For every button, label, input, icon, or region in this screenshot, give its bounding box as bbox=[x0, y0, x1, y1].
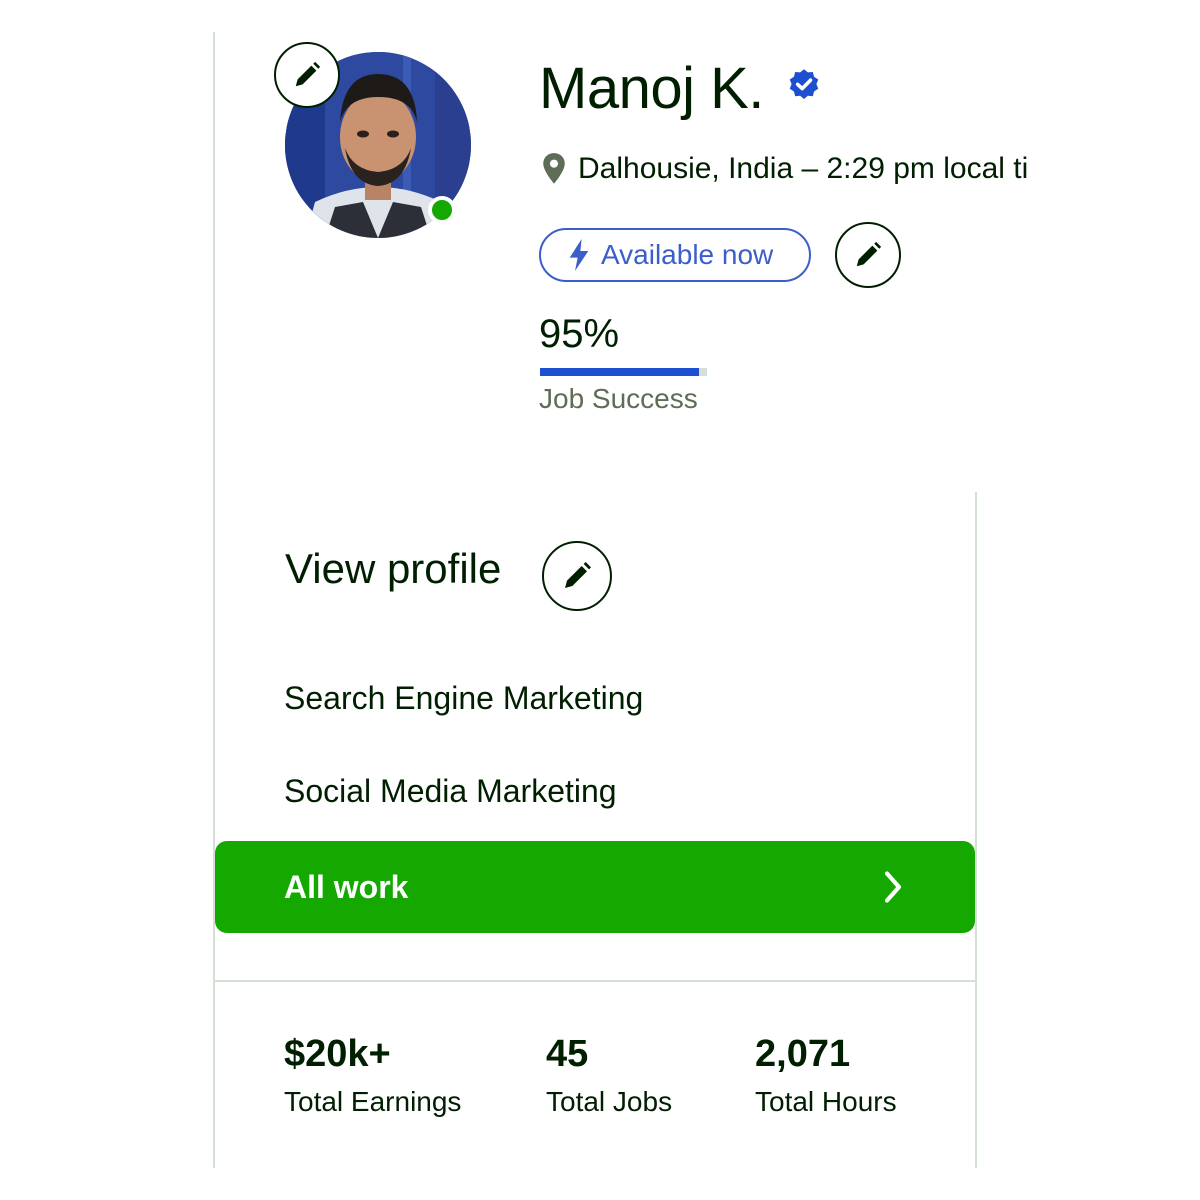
availability-badge[interactable]: Available now bbox=[539, 228, 811, 282]
map-pin-icon bbox=[543, 153, 565, 184]
online-status-indicator bbox=[428, 196, 456, 224]
stats-divider bbox=[215, 980, 975, 982]
edit-photo-button[interactable] bbox=[274, 42, 340, 108]
right-divider bbox=[975, 492, 977, 1168]
specialty-social-media-marketing[interactable]: Social Media Marketing bbox=[284, 773, 617, 810]
job-success-value: 95% bbox=[539, 312, 620, 356]
job-success-bar-fill bbox=[540, 368, 699, 376]
chevron-right-icon bbox=[884, 871, 902, 903]
specialty-search-engine-marketing[interactable]: Search Engine Marketing bbox=[284, 680, 643, 717]
all-work-button[interactable]: All work bbox=[215, 841, 975, 933]
stat-label: Total Hours bbox=[755, 1086, 897, 1117]
availability-label: Available now bbox=[601, 239, 774, 270]
stat-label: Total Jobs bbox=[546, 1086, 673, 1117]
stat-total-earnings: $20k+ Total Earnings bbox=[284, 1032, 461, 1118]
all-work-label: All work bbox=[284, 868, 409, 905]
job-success-bar bbox=[540, 368, 707, 376]
stat-total-hours: 2,071 Total Hours bbox=[755, 1032, 897, 1118]
left-divider bbox=[213, 32, 215, 1168]
stat-value: 2,071 bbox=[755, 1033, 851, 1075]
location-row: Dalhousie, India – 2:29 pm local time bbox=[540, 152, 1030, 186]
stat-label: Total Earnings bbox=[284, 1086, 462, 1117]
view-profile-link[interactable]: View profile bbox=[285, 545, 501, 593]
pencil-icon bbox=[295, 61, 321, 87]
edit-availability-button[interactable] bbox=[835, 222, 901, 288]
edit-profile-button[interactable] bbox=[542, 541, 612, 611]
job-success-label: Job Success bbox=[539, 383, 698, 414]
lightning-bolt-icon bbox=[569, 239, 589, 271]
pencil-icon bbox=[856, 241, 882, 267]
stat-value: $20k+ bbox=[284, 1033, 391, 1075]
stat-value: 45 bbox=[546, 1033, 589, 1075]
freelancer-name: Manoj K. bbox=[539, 56, 764, 121]
stat-total-jobs: 45 Total Jobs bbox=[546, 1032, 672, 1118]
verified-badge-icon bbox=[786, 67, 822, 108]
location-text: Dalhousie, India – 2:29 pm local time bbox=[578, 152, 1030, 185]
pencil-icon bbox=[565, 562, 591, 588]
